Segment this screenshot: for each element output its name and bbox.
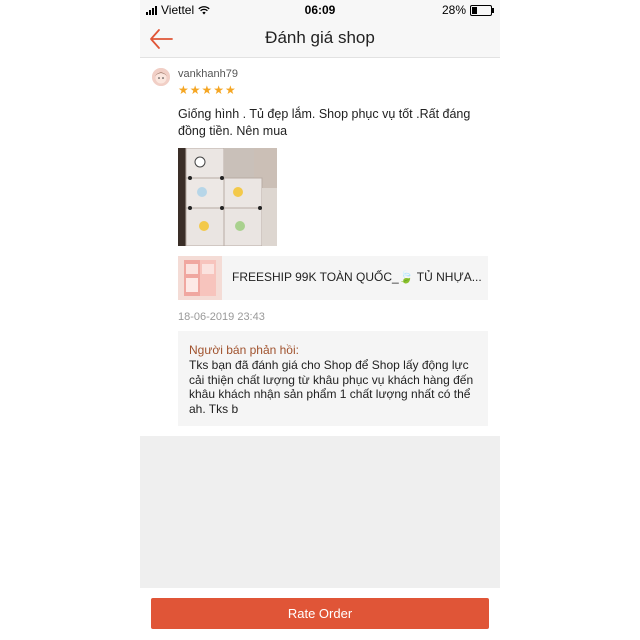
bottom-bar: Rate Order bbox=[140, 588, 500, 640]
review-date: 18-06-2019 23:43 bbox=[178, 311, 265, 323]
avatar-image bbox=[152, 68, 170, 86]
product-name: FREESHIP 99K TOÀN QUỐC_🍃 TỦ NHỰA... bbox=[232, 270, 482, 284]
seller-reply-label: Người bán phản hồi: bbox=[189, 343, 299, 357]
rate-order-button[interactable]: Rate Order bbox=[151, 598, 489, 629]
product-thumbnail bbox=[178, 256, 222, 300]
avatar[interactable] bbox=[152, 68, 170, 86]
review-photo[interactable] bbox=[178, 148, 277, 246]
rating-stars: ★★★★★ bbox=[178, 83, 237, 97]
review-comment: Giống hình . Tủ đẹp lắm. Shop phục vụ tố… bbox=[178, 107, 471, 138]
product-card[interactable]: FREESHIP 99K TOÀN QUỐC_🍃 TỦ NHỰA... bbox=[178, 256, 488, 300]
phone-screen: Viettel 06:09 28% Đánh giá shop vankhanh… bbox=[140, 0, 500, 640]
status-right: 28% bbox=[441, 3, 494, 17]
cabinet-photo bbox=[178, 148, 277, 246]
seller-reply-text: Tks bạn đã đánh giá cho Shop để Shop lấy… bbox=[189, 358, 474, 416]
reviewer-username: vankhanh79 bbox=[178, 68, 238, 80]
empty-area bbox=[140, 436, 500, 588]
review-item: vankhanh79 ★★★★★ Giống hình . Tủ đẹp lắm… bbox=[140, 58, 500, 436]
status-bar: Viettel 06:09 28% bbox=[140, 0, 500, 20]
battery-percent: 28% bbox=[441, 3, 466, 17]
battery-icon bbox=[470, 4, 494, 16]
battery-level bbox=[472, 6, 477, 14]
header: Đánh giá shop bbox=[140, 20, 500, 58]
page-title: Đánh giá shop bbox=[265, 28, 375, 47]
seller-reply: Người bán phản hồi: Tks bạn đã đánh giá … bbox=[178, 331, 488, 426]
